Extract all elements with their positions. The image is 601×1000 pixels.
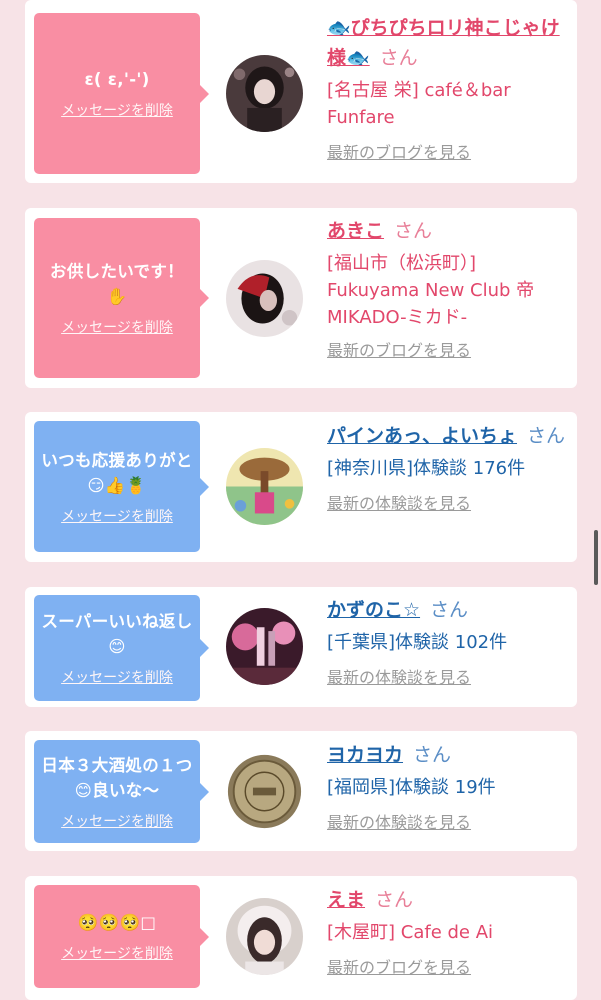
message-card: お供したいです！✋ メッセージを削除 あきこ さん [福山市（松浜町）] Fuku… [25,208,577,388]
message-text: お供したいです！✋ [50,262,184,306]
latest-review-link[interactable]: 最新の体験談を見る [327,813,471,833]
user-name-line: えま さん [327,885,567,915]
message-card: 🥺🥺🥺□ メッセージを削除 えま さん [木屋町] Cafe de Ai 最新のブ… [25,876,577,1000]
message-text: ε( ε,'-') [84,70,150,89]
user-name-line: パインあっ、よいちょ さん [327,421,567,451]
message-card: ε( ε,'-') メッセージを削除 🐟ぴちぴちロリ神こじゃけ様🐟 さん [名古屋… [25,0,577,183]
user-name-link[interactable]: ヨカヨカ [327,744,403,766]
user-name-link[interactable]: あきこ [327,220,384,242]
scrollbar[interactable] [594,530,598,585]
user-experience-count: [千葉県]体験談 102件 [327,632,508,653]
user-info: 🐟ぴちぴちロリ神こじゃけ様🐟 さん [名古屋 栄] café＆bar Funfar… [327,13,567,163]
delete-message-link[interactable]: メッセージを削除 [61,102,173,120]
message-bubble: いつも応援ありがと😏👍🍍 メッセージを削除 [34,421,209,552]
user-name-link[interactable]: えま [327,889,365,911]
user-info: ヨカヨカ さん [福岡県]体験談 19件 最新の体験談を見る [327,740,567,833]
message-bubble: お供したいです！✋ メッセージを削除 [34,218,209,378]
user-name-link[interactable]: 🐟ぴちぴちロリ神こじゃけ様🐟 [327,17,560,69]
user-info: パインあっ、よいちょ さん [神奈川県]体験談 176件 最新の体験談を見る [327,421,567,514]
delete-message-link[interactable]: メッセージを削除 [61,669,173,687]
message-card: 日本３大酒処の１つ😊良いな〜 メッセージを削除 ヨカヨカ さん [福岡県]体験談 … [25,731,577,851]
honorific: さん [430,599,469,621]
message-feed: ε( ε,'-') メッセージを削除 🐟ぴちぴちロリ神こじゃけ様🐟 さん [名古屋… [0,0,601,1000]
user-name-line: かずのこ☆ さん [327,595,567,625]
honorific: さん [394,220,433,242]
user-avatar[interactable] [226,55,303,132]
honorific: さん [413,744,452,766]
user-shop-info: [木屋町] Cafe de Ai [327,922,494,943]
delete-message-link[interactable]: メッセージを削除 [61,319,173,337]
message-text: スーパーいいね返し😊 [41,612,193,656]
message-bubble: 🥺🥺🥺□ メッセージを削除 [34,885,209,988]
user-info: あきこ さん [福山市（松浜町）] Fukuyama New Club 帝 MIK… [327,216,567,361]
latest-blog-link[interactable]: 最新のブログを見る [327,341,471,361]
message-bubble: ε( ε,'-') メッセージを削除 [34,13,209,174]
message-text: 日本３大酒処の１つ😊良いな〜 [41,755,193,800]
message-text: いつも応援ありがと😏👍🍍 [41,450,193,495]
latest-review-link[interactable]: 最新の体験談を見る [327,668,471,688]
honorific: さん [375,889,414,911]
user-name-line: あきこ さん [327,216,567,246]
user-experience-count: [福岡県]体験談 19件 [327,777,496,798]
latest-blog-link[interactable]: 最新のブログを見る [327,143,471,163]
message-bubble: 日本３大酒処の１つ😊良いな〜 メッセージを削除 [34,740,209,843]
latest-blog-link[interactable]: 最新のブログを見る [327,958,471,978]
user-avatar[interactable] [226,448,303,525]
delete-message-link[interactable]: メッセージを削除 [61,813,173,831]
delete-message-link[interactable]: メッセージを削除 [61,945,173,963]
honorific: さん [379,47,418,69]
delete-message-link[interactable]: メッセージを削除 [61,508,173,526]
user-avatar[interactable] [226,898,303,975]
user-name-link[interactable]: かずのこ☆ [327,599,420,621]
latest-review-link[interactable]: 最新の体験談を見る [327,494,471,514]
message-card: スーパーいいね返し😊 メッセージを削除 かずのこ☆ さん [千葉県]体験談 102… [25,587,577,707]
user-shop-info: [福山市（松浜町）] Fukuyama New Club 帝 MIKADO-ミカ… [327,253,535,328]
user-name-line: 🐟ぴちぴちロリ神こじゃけ様🐟 さん [327,13,567,73]
user-info: えま さん [木屋町] Cafe de Ai 最新のブログを見る [327,885,567,978]
message-card: いつも応援ありがと😏👍🍍 メッセージを削除 パインあっ、よいちょ さん [神奈川県… [25,412,577,562]
user-avatar[interactable] [226,608,303,685]
user-experience-count: [神奈川県]体験談 176件 [327,458,526,479]
user-info: かずのこ☆ さん [千葉県]体験談 102件 最新の体験談を見る [327,595,567,688]
message-text: 🥺🥺🥺□ [77,913,157,932]
user-name-link[interactable]: パインあっ、よいちょ [327,425,517,447]
user-avatar[interactable] [226,260,303,337]
user-avatar[interactable] [226,753,303,830]
honorific: さん [527,425,566,447]
user-name-line: ヨカヨカ さん [327,740,567,770]
user-shop-info: [名古屋 栄] café＆bar Funfare [327,80,511,128]
message-bubble: スーパーいいね返し😊 メッセージを削除 [34,595,209,701]
